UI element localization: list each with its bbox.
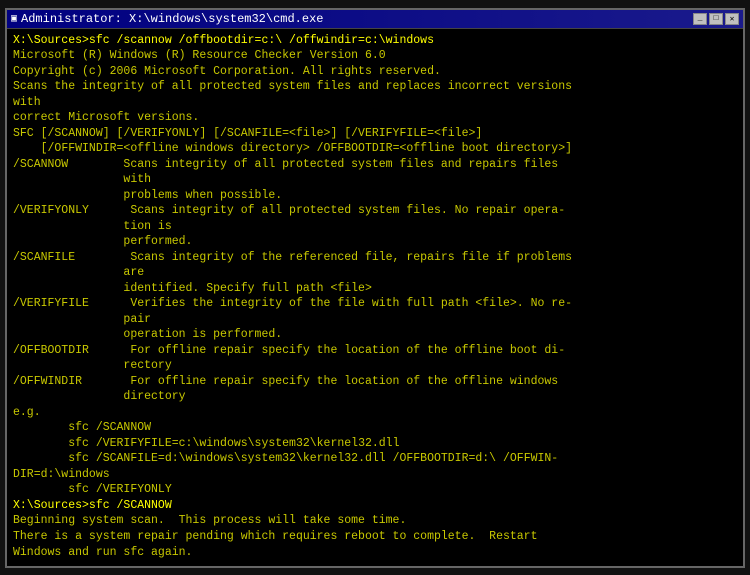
- console-line: pair: [13, 312, 737, 328]
- console-line: correct Microsoft versions.: [13, 110, 737, 126]
- console-line: sfc /SCANFILE=d:\windows\system32\kernel…: [13, 451, 737, 467]
- maximize-button[interactable]: □: [709, 13, 723, 25]
- console-line: /SCANFILE Scans integrity of the referen…: [13, 250, 737, 266]
- console-line: /VERIFYONLY Scans integrity of all prote…: [13, 203, 737, 219]
- console-line: with: [13, 95, 737, 111]
- console-line: /OFFWINDIR For offline repair specify th…: [13, 374, 737, 390]
- cmd-icon: ▣: [11, 13, 17, 25]
- console-line: identified. Specify full path <file>: [13, 281, 737, 297]
- console-line: DIR=d:\windows: [13, 467, 737, 483]
- console-line: There is a system repair pending which r…: [13, 529, 737, 545]
- console-line: problems when possible.: [13, 188, 737, 204]
- console-line: with: [13, 172, 737, 188]
- console-line: /SCANNOW Scans integrity of all protecte…: [13, 157, 737, 173]
- console-line: Scans the integrity of all protected sys…: [13, 79, 737, 95]
- console-line: performed.: [13, 234, 737, 250]
- console-line: tion is: [13, 219, 737, 235]
- console-line: sfc /SCANNOW: [13, 420, 737, 436]
- console-line: sfc /VERIFYFILE=c:\windows\system32\kern…: [13, 436, 737, 452]
- console-line: Copyright (c) 2006 Microsoft Corporation…: [13, 64, 737, 80]
- console-line: Windows and run sfc again.: [13, 545, 737, 561]
- close-button[interactable]: ✕: [725, 13, 739, 25]
- console-line: X:\Sources>sfc /SCANNOW: [13, 498, 737, 514]
- cmd-window: ▣ Administrator: X:\windows\system32\cmd…: [5, 8, 745, 568]
- title-bar-left: ▣ Administrator: X:\windows\system32\cmd…: [11, 12, 323, 26]
- title-bar-controls: _ □ ✕: [693, 13, 739, 25]
- console-line: operation is performed.: [13, 327, 737, 343]
- console-area[interactable]: X:\Sources>sfc /scannow /offbootdir=c:\ …: [7, 29, 743, 566]
- console-line: [/OFFWINDIR=<offline windows directory> …: [13, 141, 737, 157]
- minimize-button[interactable]: _: [693, 13, 707, 25]
- title-bar: ▣ Administrator: X:\windows\system32\cmd…: [7, 10, 743, 29]
- window-title: Administrator: X:\windows\system32\cmd.e…: [21, 12, 323, 26]
- console-line: Beginning system scan. This process will…: [13, 513, 737, 529]
- console-line: e.g.: [13, 405, 737, 421]
- console-line: sfc /VERIFYONLY: [13, 482, 737, 498]
- console-line: X:\Sources>sfc /scannow /offbootdir=c:\ …: [13, 33, 737, 49]
- console-line: /VERIFYFILE Verifies the integrity of th…: [13, 296, 737, 312]
- console-line: rectory: [13, 358, 737, 374]
- console-line: Microsoft (R) Windows (R) Resource Check…: [13, 48, 737, 64]
- console-line: are: [13, 265, 737, 281]
- console-line: directory: [13, 389, 737, 405]
- console-line: SFC [/SCANNOW] [/VERIFYONLY] [/SCANFILE=…: [13, 126, 737, 142]
- console-line: /OFFBOOTDIR For offline repair specify t…: [13, 343, 737, 359]
